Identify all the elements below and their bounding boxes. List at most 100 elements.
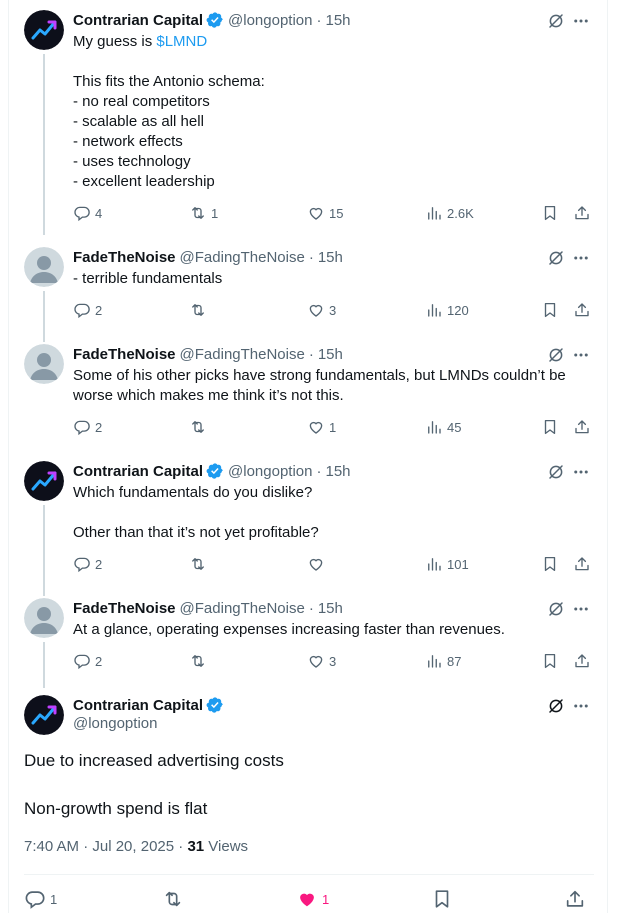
avatar[interactable] [24, 598, 64, 638]
reply-button[interactable]: 1 [24, 888, 57, 910]
more-options-icon[interactable] [572, 346, 590, 364]
reply-icon [74, 557, 90, 573]
like-button[interactable] [307, 555, 329, 573]
tweet-header: Contrarian Capital [73, 695, 224, 715]
like-button[interactable]: 1 [296, 888, 329, 910]
tweet-time[interactable]: 15h [318, 600, 343, 617]
user-handle[interactable]: @longoption [228, 463, 312, 480]
user-handle[interactable]: @FadingTheNoise [180, 346, 305, 363]
focused-tweet-actions: 1 1 [24, 888, 594, 912]
more-options-icon[interactable] [572, 463, 590, 481]
views-button[interactable]: 87 [425, 652, 461, 670]
retweet-button[interactable] [162, 888, 188, 910]
display-name[interactable]: Contrarian Capital [73, 12, 203, 29]
share-button[interactable] [573, 301, 595, 319]
share-button[interactable] [573, 555, 595, 573]
avatar[interactable] [24, 10, 64, 50]
thread-tweet[interactable]: Contrarian Capital @longoption · 15h My … [24, 10, 594, 235]
like-button[interactable]: 15 [307, 204, 343, 222]
views-button[interactable]: 101 [425, 555, 469, 573]
grok-icon[interactable] [547, 600, 565, 618]
views-button[interactable]: 2.6K [425, 204, 474, 222]
display-name[interactable]: FadeTheNoise [73, 346, 176, 363]
bookmark-button[interactable] [541, 652, 563, 670]
grok-icon[interactable] [547, 249, 565, 267]
retweet-button[interactable]: 1 [189, 204, 218, 222]
heart-icon [309, 207, 323, 220]
like-button[interactable]: 3 [307, 301, 336, 319]
display-name[interactable]: Contrarian Capital [73, 697, 203, 714]
share-icon [575, 557, 589, 571]
display-name[interactable]: FadeTheNoise [73, 249, 176, 266]
grok-icon[interactable] [547, 463, 565, 481]
tweet-timestamp[interactable]: 7:40 AM · Jul 20, 2025 · [24, 838, 187, 855]
display-name[interactable]: Contrarian Capital [73, 463, 203, 480]
user-handle[interactable]: @longoption [228, 12, 312, 29]
contrarian-logo-icon [24, 695, 64, 735]
like-button[interactable]: 1 [307, 418, 336, 436]
reply-button[interactable]: 2 [73, 418, 102, 436]
share-button[interactable] [573, 418, 595, 436]
reply-button[interactable]: 2 [73, 652, 102, 670]
grok-icon[interactable] [547, 697, 565, 715]
focused-tweet-text-line2: Non-growth spend is flat [24, 799, 208, 818]
user-handle[interactable]: @longoption [73, 715, 157, 732]
bookmark-button[interactable] [541, 555, 563, 573]
avatar[interactable] [24, 344, 64, 384]
avatar[interactable] [24, 695, 64, 735]
bookmark-icon [544, 653, 556, 669]
more-options-icon[interactable] [572, 600, 590, 618]
reply-count: 4 [95, 205, 103, 221]
views-button[interactable]: 120 [425, 301, 469, 319]
tweet-time[interactable]: 15h [318, 249, 343, 266]
reply-icon [74, 654, 90, 670]
share-button[interactable] [573, 204, 595, 222]
tweet-time[interactable]: 15h [318, 346, 343, 363]
retweet-button[interactable] [189, 555, 211, 573]
tweet-time[interactable]: 15h [326, 463, 351, 480]
reply-button[interactable]: 4 [73, 204, 102, 222]
user-handle[interactable]: @FadingTheNoise [180, 600, 305, 617]
views-chart-icon [428, 304, 441, 317]
cashtag-link[interactable]: $LMND [156, 33, 207, 50]
more-options-icon[interactable] [572, 249, 590, 267]
bookmark-icon [544, 419, 556, 435]
more-options-icon[interactable] [572, 12, 590, 30]
display-name[interactable]: FadeTheNoise [73, 600, 176, 617]
bookmark-button[interactable] [541, 301, 563, 319]
thread-tweet[interactable]: FadeTheNoise @FadingTheNoise · 15h - ter… [24, 247, 594, 342]
retweet-button[interactable] [189, 301, 211, 319]
heart-icon [309, 558, 323, 571]
reply-button[interactable]: 2 [73, 301, 102, 319]
avatar[interactable] [24, 461, 64, 501]
retweet-button[interactable] [189, 418, 211, 436]
tweet-header: Contrarian Capital @longoption · 15h [73, 10, 351, 30]
reply-count: 1 [50, 891, 58, 907]
grok-icon[interactable] [547, 12, 565, 30]
thread-tweet[interactable]: FadeTheNoise @FadingTheNoise · 15h Some … [24, 344, 594, 458]
contrarian-logo-icon [24, 461, 64, 501]
thread-tweet[interactable]: Contrarian Capital @longoption · 15h Whi… [24, 461, 594, 596]
more-options-icon[interactable] [572, 697, 590, 715]
contrarian-logo-icon [24, 10, 64, 50]
share-button[interactable] [564, 888, 590, 910]
separator-dot: · [308, 599, 314, 617]
user-handle[interactable]: @FadingTheNoise [180, 249, 305, 266]
bookmark-button[interactable] [541, 204, 563, 222]
bookmark-button[interactable] [431, 888, 457, 910]
tweet-time[interactable]: 15h [326, 12, 351, 29]
avatar[interactable] [24, 247, 64, 287]
like-button[interactable]: 3 [307, 652, 336, 670]
views-chart-icon [428, 421, 441, 434]
retweet-button[interactable] [189, 652, 211, 670]
views-button[interactable]: 45 [425, 418, 461, 436]
thread-tweet[interactable]: FadeTheNoise @FadingTheNoise · 15h At a … [24, 598, 594, 688]
view-count: 31 [187, 838, 205, 855]
bookmark-button[interactable] [541, 418, 563, 436]
focused-tweet: Contrarian Capital @longoption [24, 695, 594, 755]
heart-icon [309, 655, 323, 668]
share-button[interactable] [573, 652, 595, 670]
reply-button[interactable]: 2 [73, 555, 102, 573]
tweet-text-part: My guess is [73, 33, 157, 50]
grok-icon[interactable] [547, 346, 565, 364]
